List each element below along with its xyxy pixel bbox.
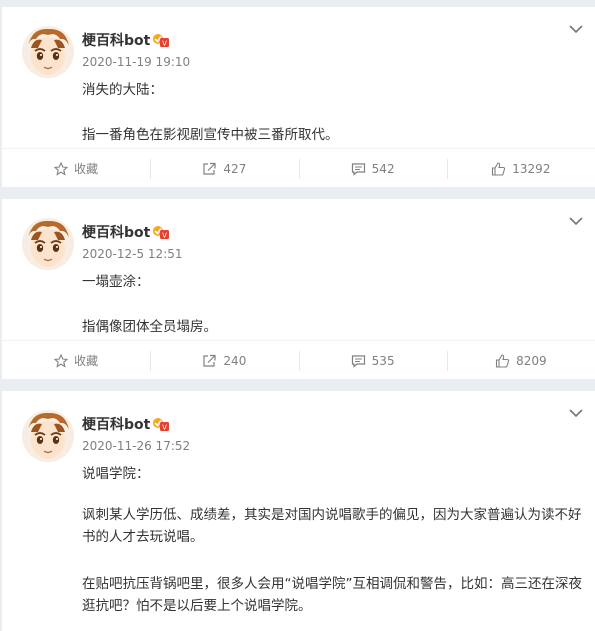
comment-icon — [351, 354, 365, 368]
avatar-image — [22, 410, 74, 462]
post-time[interactable]: 2020-11-19 19:10 — [82, 55, 190, 69]
post-body: 指偶像团体全员塌房。 — [82, 319, 217, 335]
comment-count: 535 — [371, 353, 395, 368]
chevron-down-icon[interactable] — [569, 24, 583, 34]
repost-count: 240 — [223, 353, 247, 368]
svg-text:V: V — [162, 40, 167, 48]
svg-text:V: V — [162, 232, 167, 240]
like-button[interactable]: 13292 — [446, 149, 595, 188]
comment-count: 542 — [371, 161, 395, 176]
comment-icon — [351, 162, 365, 176]
thumbs-up-icon — [492, 161, 506, 176]
avatar[interactable] — [22, 26, 74, 78]
like-count: 13292 — [512, 161, 551, 176]
post-title: 一塌壶涂： — [82, 274, 150, 290]
avatar-image — [22, 26, 74, 78]
username[interactable]: 梗百科bot — [82, 222, 150, 242]
like-count: 8209 — [516, 353, 547, 368]
avatar[interactable] — [22, 218, 74, 270]
post-paragraph: 讽刺某人学历低、成绩差，其实是对国内说唱歌手的偏见，因为大家普遍认为读不好书的人… — [82, 507, 582, 545]
verified-badge-icon: V — [153, 418, 169, 432]
verified-badge-icon: V — [153, 34, 169, 48]
post-card: 梗百科bot V 2020-12-5 12:51 一塌壶涂： 指偶像团体全员塌房… — [2, 199, 595, 379]
like-button[interactable]: 8209 — [446, 341, 595, 380]
comment-button[interactable]: 542 — [298, 149, 447, 188]
collect-label: 收藏 — [74, 354, 99, 368]
post-title: 说唱学院： — [82, 466, 150, 482]
username[interactable]: 梗百科bot — [82, 414, 150, 434]
username[interactable]: 梗百科bot — [82, 30, 150, 50]
repost-count: 427 — [223, 161, 247, 176]
svg-text:V: V — [162, 424, 167, 432]
post-paragraph: 在贴吧抗压背锅吧里，很多人会用“说唱学院”互相调侃和警告，比如：高三还在深夜逛抗… — [82, 576, 582, 614]
post-time[interactable]: 2020-12-5 12:51 — [82, 247, 183, 261]
chevron-down-icon[interactable] — [569, 216, 583, 226]
post-time[interactable]: 2020-11-26 17:52 — [82, 439, 190, 453]
repost-button[interactable]: 427 — [150, 149, 298, 188]
verified-badge-icon: V — [153, 226, 169, 240]
collect-button[interactable]: 收藏 — [2, 149, 150, 188]
avatar[interactable] — [22, 410, 74, 462]
collect-button[interactable]: 收藏 — [2, 341, 150, 380]
action-bar: 收藏 427 542 13292 — [2, 148, 595, 188]
comment-button[interactable]: 535 — [298, 341, 447, 380]
repost-button[interactable]: 240 — [150, 341, 298, 380]
star-icon — [54, 353, 69, 368]
action-bar: 收藏 240 535 8209 — [2, 340, 595, 380]
avatar-image — [22, 218, 74, 270]
post-title: 消失的大陆： — [82, 82, 163, 98]
chevron-down-icon[interactable] — [569, 408, 583, 418]
share-icon — [203, 162, 217, 175]
post-card: 梗百科bot V 2020-11-19 19:10 消失的大陆： 指一番角色在影… — [2, 7, 595, 187]
collect-label: 收藏 — [74, 162, 99, 176]
post-card: 梗百科bot V 2020-11-26 17:52 说唱学院： 讽刺某人学历低、… — [2, 391, 595, 631]
post-body: 指一番角色在影视剧宣传中被三番所取代。 — [82, 127, 339, 143]
thumbs-up-icon — [496, 353, 510, 368]
star-icon — [54, 161, 69, 176]
share-icon — [203, 354, 217, 367]
